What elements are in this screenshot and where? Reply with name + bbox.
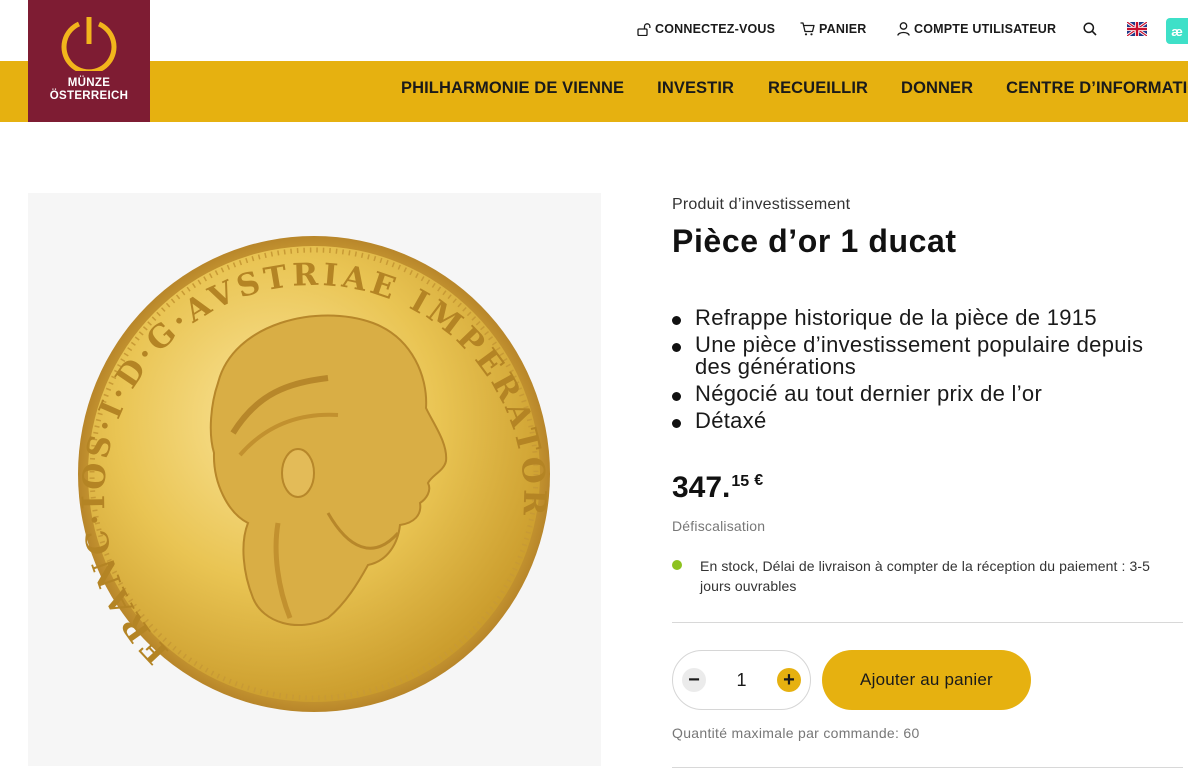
feature-list: Refrappe historique de la pièce de 1915 … bbox=[672, 307, 1183, 432]
divider bbox=[672, 767, 1183, 768]
purchase-row: − + Ajouter au panier bbox=[672, 650, 1183, 710]
nav-item-philharmonie[interactable]: PHILHARMONIE DE VIENNE bbox=[401, 79, 624, 98]
nav-item-donner[interactable]: DONNER bbox=[901, 79, 973, 98]
quantity-stepper: − + bbox=[672, 650, 811, 710]
stock-status: En stock, Délai de livraison à compter d… bbox=[672, 556, 1183, 596]
max-quantity-note: Quantité maximale par commande: 60 bbox=[672, 725, 920, 741]
tax-note: Défiscalisation bbox=[672, 518, 766, 534]
price-currency: € bbox=[754, 472, 764, 489]
login-link[interactable]: CONNECTEZ-VOUS bbox=[637, 22, 800, 36]
search-icon bbox=[1083, 22, 1097, 36]
nav-item-centre-information[interactable]: CENTRE D’INFORMATION bbox=[1006, 79, 1188, 98]
chat-widget-button[interactable]: æ bbox=[1166, 18, 1188, 44]
main-nav: PHILHARMONIE DE VIENNE INVESTIR RECUEILL… bbox=[401, 79, 1188, 98]
flag-uk-icon[interactable] bbox=[1127, 22, 1147, 36]
product-title: Pièce d’or 1 ducat bbox=[672, 223, 957, 259]
feature-item: Détaxé bbox=[672, 410, 1183, 432]
gold-ducat-coin-image: FRANC·IOS·I·D·G·AVSTRIAE IMPERATOR bbox=[76, 236, 550, 712]
quantity-input[interactable] bbox=[721, 669, 762, 691]
cart-link[interactable]: PANIER bbox=[800, 22, 897, 36]
feature-item: Négocié au tout dernier prix de l’or bbox=[672, 383, 1183, 405]
product-image[interactable]: FRANC·IOS·I·D·G·AVSTRIAE IMPERATOR bbox=[28, 193, 601, 766]
nav-item-recueillir[interactable]: RECUEILLIR bbox=[768, 79, 868, 98]
search-button[interactable] bbox=[1083, 22, 1127, 36]
product-category: Produit d’investissement bbox=[672, 196, 851, 213]
quantity-increase-button[interactable]: + bbox=[777, 668, 801, 692]
nav-item-investir[interactable]: INVESTIR bbox=[657, 79, 734, 98]
quantity-decrease-button[interactable]: − bbox=[682, 668, 706, 692]
stock-status-text: En stock, Délai de livraison à compter d… bbox=[700, 558, 1150, 594]
product-details: Produit d’investissement Pièce d’or 1 du… bbox=[672, 193, 1183, 768]
account-link[interactable]: COMPTE UTILISATEUR bbox=[897, 22, 1083, 36]
brand-name-line2: ÖSTERREICH bbox=[49, 90, 129, 102]
unlock-icon bbox=[637, 22, 651, 36]
brand-name-line1: MÜNZE bbox=[67, 77, 111, 89]
top-links: CONNECTEZ-VOUS PANIER COMPTE UTILISATEUR bbox=[637, 22, 1147, 36]
brand-logo[interactable]: MÜNZE ÖSTERREICH bbox=[28, 0, 150, 122]
cart-icon bbox=[800, 22, 815, 36]
stock-status-dot-icon bbox=[672, 560, 682, 570]
add-to-cart-button[interactable]: Ajouter au panier bbox=[822, 650, 1031, 710]
feature-item: Refrappe historique de la pièce de 1915 bbox=[672, 307, 1183, 329]
price-cents: 15 bbox=[731, 473, 750, 490]
user-icon bbox=[897, 22, 910, 36]
divider bbox=[672, 622, 1183, 623]
product-price: 347. 15 € bbox=[672, 472, 1183, 504]
power-symbol-logo-icon bbox=[61, 17, 117, 71]
login-label: CONNECTEZ-VOUS bbox=[655, 22, 776, 36]
cart-label: PANIER bbox=[819, 22, 867, 36]
account-label: COMPTE UTILISATEUR bbox=[914, 22, 1057, 36]
price-main: 347. bbox=[672, 471, 731, 504]
feature-item: Une pièce d’investissement populaire dep… bbox=[672, 334, 1183, 378]
